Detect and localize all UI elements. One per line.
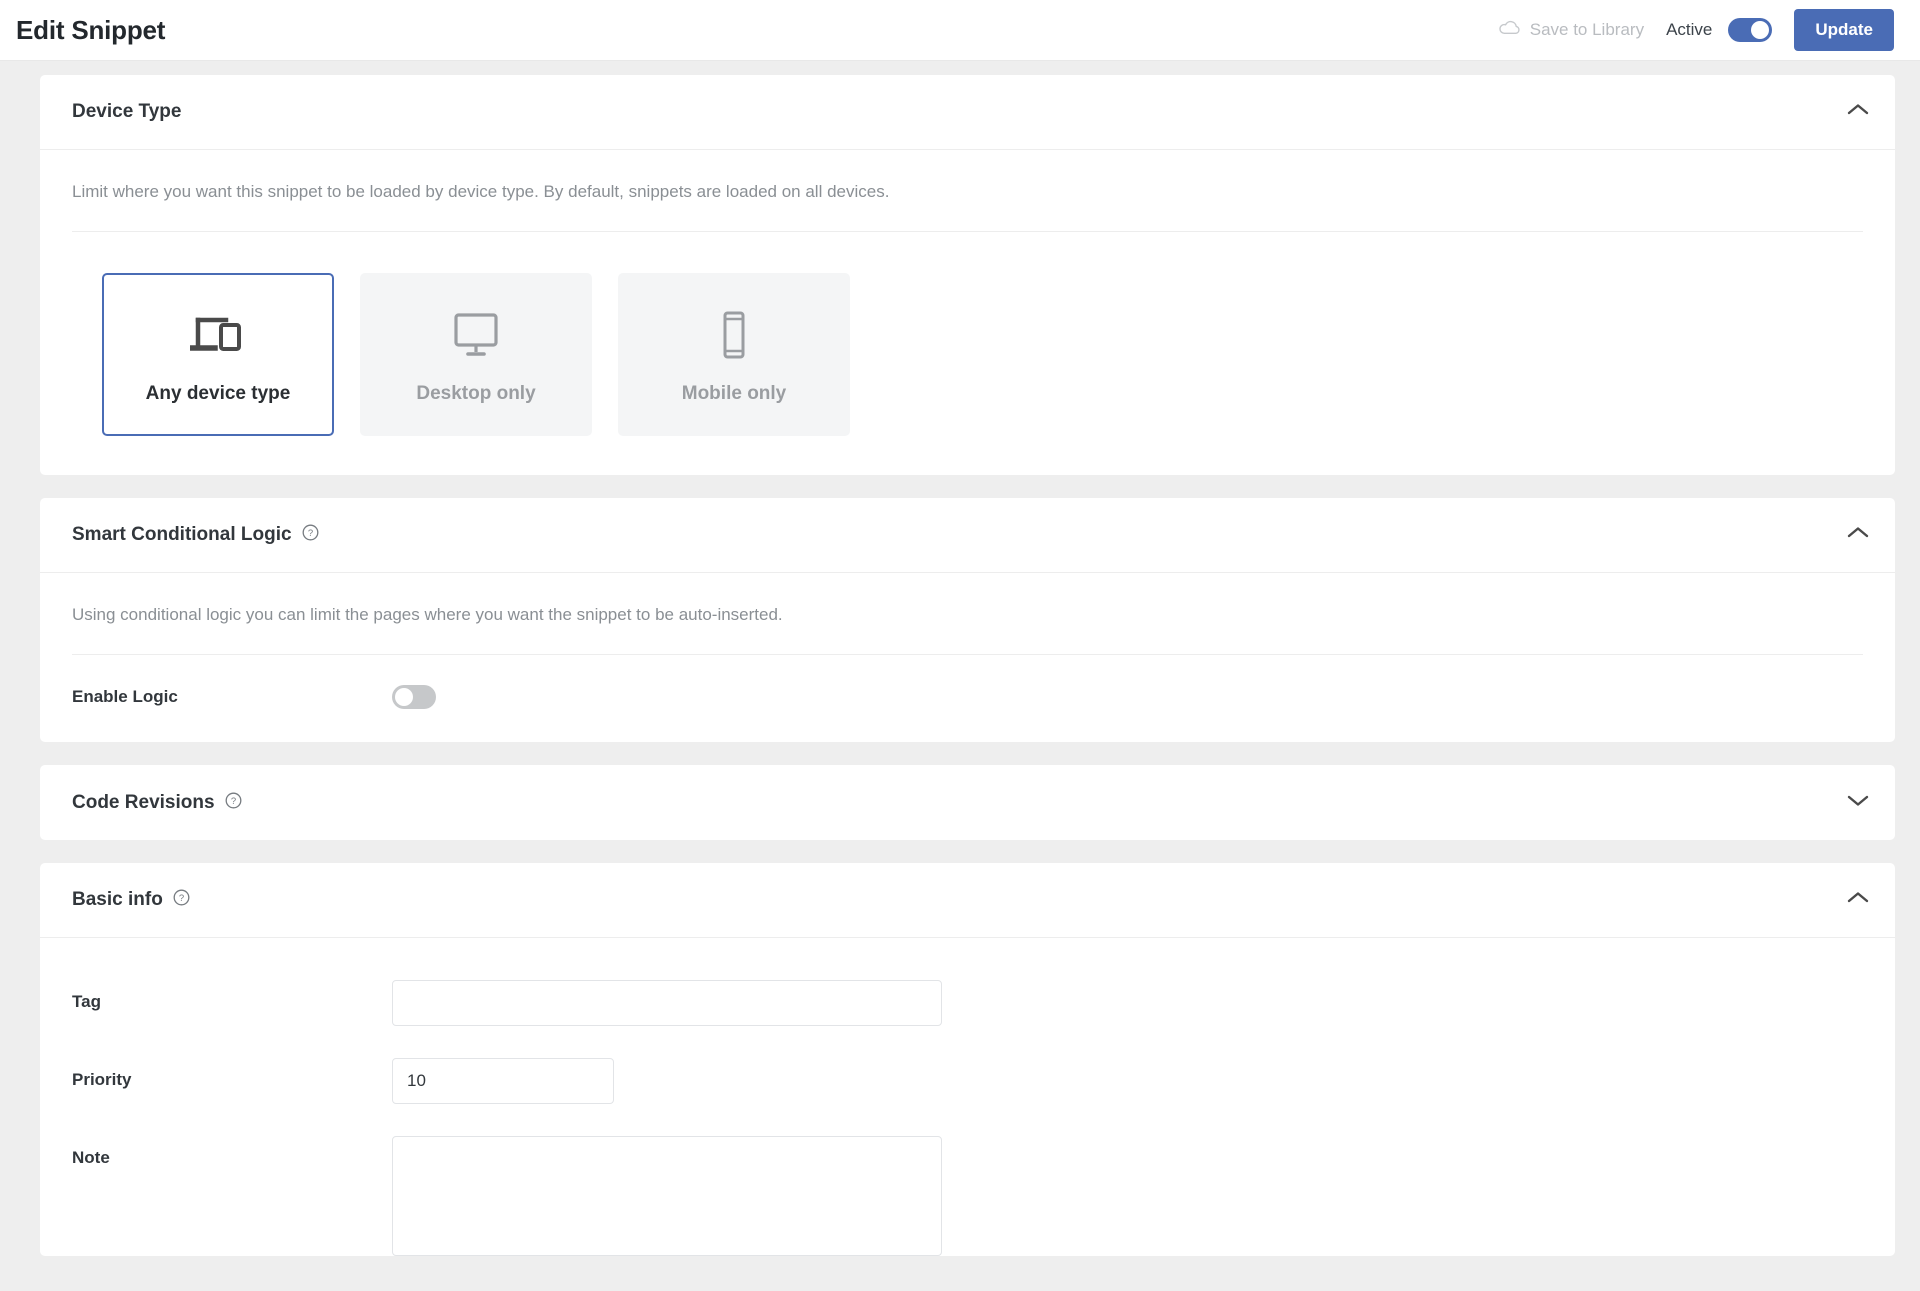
- svg-text:?: ?: [230, 796, 235, 807]
- chevron-up-icon[interactable]: [1847, 103, 1869, 121]
- smart-conditional-logic-panel-body: Using conditional logic you can limit th…: [40, 573, 1895, 742]
- code-revisions-title: Code Revisions: [72, 791, 215, 813]
- page-title: Edit Snippet: [16, 14, 166, 45]
- device-type-panel-body: Limit where you want this snippet to be …: [40, 150, 1895, 475]
- mobile-icon: [719, 305, 749, 365]
- top-bar-actions: Save to Library Active Update: [1499, 9, 1894, 51]
- device-option-desktop[interactable]: Desktop only: [360, 273, 592, 436]
- note-input[interactable]: [392, 1136, 942, 1256]
- smart-conditional-logic-description: Using conditional logic you can limit th…: [72, 573, 1863, 655]
- svg-text:?: ?: [179, 893, 184, 904]
- device-type-options: Any device type Desktop only Mobile only: [72, 232, 1863, 475]
- enable-logic-label: Enable Logic: [72, 687, 178, 706]
- active-label: Active: [1666, 20, 1713, 39]
- device-option-any[interactable]: Any device type: [102, 273, 334, 436]
- code-revisions-panel-header[interactable]: Code Revisions ?: [40, 765, 1895, 840]
- chevron-down-icon[interactable]: [1847, 794, 1869, 812]
- device-type-panel-header[interactable]: Device Type: [40, 75, 1895, 150]
- devices-icon: [190, 305, 246, 365]
- basic-info-panel: Basic info ? Tag Priority 10 Note: [40, 863, 1895, 1256]
- smart-conditional-logic-panel-header[interactable]: Smart Conditional Logic ?: [40, 498, 1895, 573]
- svg-text:?: ?: [307, 528, 312, 539]
- active-toggle-knob: [1751, 21, 1770, 39]
- device-type-title: Device Type: [72, 101, 182, 122]
- help-circle-icon[interactable]: ?: [225, 792, 242, 814]
- tag-field-row: Tag: [72, 938, 1863, 1026]
- enable-logic-row: Enable Logic: [72, 655, 1863, 742]
- device-option-mobile[interactable]: Mobile only: [618, 273, 850, 436]
- help-circle-icon[interactable]: ?: [302, 524, 319, 546]
- priority-label: Priority: [72, 1070, 132, 1089]
- smart-conditional-logic-panel: Smart Conditional Logic ? Using conditio…: [40, 498, 1895, 742]
- basic-info-title: Basic info: [72, 889, 163, 910]
- note-label: Note: [72, 1148, 110, 1167]
- save-to-library-label: Save to Library: [1529, 20, 1645, 39]
- device-option-any-label: Any device type: [145, 382, 291, 404]
- chevron-up-icon[interactable]: [1847, 526, 1869, 544]
- top-bar: Edit Snippet Save to Library Active Upda…: [0, 0, 1920, 61]
- tag-label: Tag: [72, 992, 101, 1011]
- note-field-row: Note: [72, 1104, 1863, 1256]
- priority-input[interactable]: [392, 1058, 614, 1104]
- device-type-description: Limit where you want this snippet to be …: [72, 150, 1863, 232]
- chevron-up-icon[interactable]: [1847, 891, 1869, 909]
- device-option-desktop-label: Desktop only: [416, 382, 536, 404]
- priority-field-row: Priority: [72, 1026, 1863, 1104]
- basic-info-panel-header[interactable]: Basic info ?: [40, 863, 1895, 938]
- tag-input[interactable]: [392, 980, 942, 1026]
- basic-info-panel-body: Tag Priority Note: [40, 938, 1895, 1256]
- active-toggle[interactable]: [1728, 18, 1773, 42]
- enable-logic-toggle-knob: [395, 688, 413, 706]
- update-button[interactable]: Update: [1794, 9, 1894, 51]
- monitor-icon: [451, 305, 501, 365]
- page-content: Device Type Limit where you want this sn…: [0, 61, 1920, 1291]
- help-circle-icon[interactable]: ?: [173, 889, 190, 911]
- device-type-panel: Device Type Limit where you want this sn…: [40, 75, 1895, 475]
- save-to-library-button[interactable]: Save to Library: [1499, 20, 1644, 41]
- code-revisions-panel: Code Revisions ?: [40, 765, 1895, 840]
- device-option-mobile-label: Mobile only: [681, 382, 787, 404]
- enable-logic-toggle[interactable]: [392, 685, 436, 709]
- cloud-icon: [1499, 20, 1521, 41]
- smart-conditional-logic-title: Smart Conditional Logic: [72, 524, 292, 545]
